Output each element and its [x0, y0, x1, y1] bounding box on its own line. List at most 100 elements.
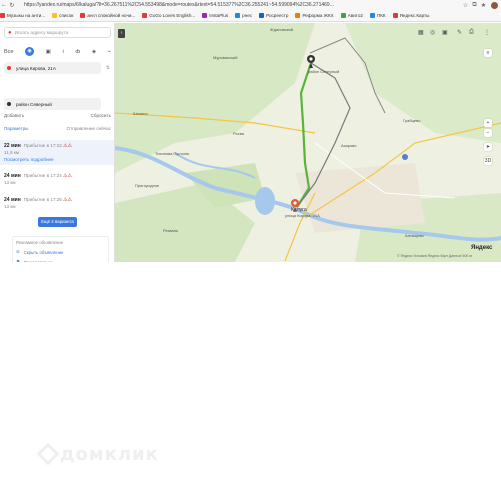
grid-icon[interactable]: ▦: [418, 29, 424, 36]
zoom-in-button[interactable]: +: [484, 119, 492, 127]
bookmark-label: GoGo Loves English...: [149, 13, 196, 18]
bookmark-favicon-icon: [235, 13, 241, 18]
route-details-link[interactable]: Посмотреть подробнее: [4, 157, 110, 162]
layers-icon[interactable]: ≡: [484, 49, 492, 57]
bookmark-item[interactable]: ПКК: [369, 13, 386, 18]
route-distance: 13 км: [4, 180, 16, 185]
departure-select[interactable]: Отправление сейчас: [67, 126, 111, 131]
map-graphics: [115, 23, 501, 262]
map-label: Шопино: [133, 111, 148, 116]
route-point-to[interactable]: район Северный: [4, 98, 101, 110]
locate-icon[interactable]: ➤: [484, 143, 492, 151]
search-input[interactable]: ● Искать адресу маршрута: [4, 27, 111, 38]
bookmark-favicon-icon: [340, 13, 346, 18]
bike-icon[interactable]: ȸ: [75, 49, 80, 55]
route-arrival: Прибытие в 17:22: [23, 143, 62, 148]
map-footer: © Яндекс Условия Яндекс Карт Данные 500 …: [397, 254, 472, 258]
reset-button[interactable]: Сбросить: [91, 113, 111, 118]
scooter-icon[interactable]: ⌁: [108, 49, 111, 55]
walk-icon[interactable]: ⅰ: [62, 49, 64, 55]
end-point-label: район Северный: [308, 69, 340, 74]
bookmark-item[interactable]: англ спокойной ночи...: [80, 13, 135, 18]
map-label: Грабцево: [403, 118, 421, 123]
hide-ad-link[interactable]: ⊘ Скрыть объявление: [16, 249, 105, 255]
map-label: Росва: [233, 131, 245, 136]
avatar[interactable]: [491, 1, 498, 9]
eye-off-icon: ⊘: [16, 249, 20, 254]
3d-button[interactable]: 3D: [484, 157, 492, 165]
bookmark-label: Росреестр: [266, 13, 289, 18]
taxi-icon[interactable]: ◈: [92, 49, 96, 55]
route-arrival: Прибытие в 17:25: [23, 197, 62, 202]
star-icon[interactable]: ☆: [461, 2, 470, 9]
bookmark-item[interactable]: InstaPlus: [202, 13, 228, 18]
search-placeholder: Искать адресу маршрута: [14, 30, 69, 35]
collapse-panel-button[interactable]: ‹: [118, 29, 125, 38]
bookmark-item[interactable]: Яндекс.Карты: [392, 13, 429, 18]
reload-icon[interactable]: ↻: [8, 2, 16, 9]
start-dot-icon: [7, 66, 11, 70]
bookmark-item[interactable]: рнес: [235, 13, 252, 18]
bookmark-item[interactable]: Реформа ЖКХ: [295, 13, 334, 18]
mode-all-label: Все: [4, 48, 14, 55]
menu-icon[interactable]: ⋮: [484, 29, 490, 36]
print-icon[interactable]: ⎙: [469, 29, 474, 36]
from-label: улица Кирова, 21А: [16, 65, 56, 71]
add-point-button[interactable]: Добавить: [4, 113, 24, 118]
bookmark-label: ПКК: [376, 13, 386, 18]
bookmark-label: Реформа ЖКХ: [302, 13, 334, 18]
favorites-icon[interactable]: ★: [479, 2, 488, 9]
more-routes-button[interactable]: Ещё 2 варианта: [38, 217, 77, 227]
bookmark-favicon-icon: [259, 13, 265, 18]
ruler-icon[interactable]: ✎: [457, 29, 462, 36]
params-dropdown[interactable]: Параметры: [4, 126, 29, 131]
route-time: 24 мин: [4, 173, 21, 179]
bookmark-label: InstaPlus: [209, 13, 229, 18]
back-icon[interactable]: ←: [0, 2, 8, 8]
car-icon[interactable]: ◉: [25, 47, 35, 56]
traffic-icon: ⚠⚠: [63, 197, 72, 203]
bookmark-label: список: [59, 13, 74, 18]
bookmark-label: рнес: [242, 13, 253, 18]
zoom-out-button[interactable]: −: [484, 129, 492, 137]
traffic-icon: ⚠⚠: [63, 143, 72, 149]
map-pin-icon: ●: [8, 29, 12, 36]
bookmark-label: Авито2: [347, 13, 363, 18]
route-point-from[interactable]: улица Кирова, 21А: [4, 62, 101, 74]
ad-header: Рекламное объявление: [16, 240, 64, 245]
transport-modes: Все ◉ ▣ ⅰ ȸ ◈ ⌁: [4, 47, 111, 56]
swap-icon[interactable]: ⇅: [106, 65, 110, 71]
route-option-1[interactable]: 22 мин Прибытие в 17:22 11,9 км Посмотрет…: [0, 140, 114, 165]
bookmark-favicon-icon: [369, 13, 375, 18]
bus-icon[interactable]: ▣: [46, 49, 51, 55]
map-canvas[interactable]: ‹ ▦ ◎ ▣ ✎ ⎙ ⋮ ≡ + − ➤ 3D район Северный …: [115, 23, 501, 262]
bookmark-item[interactable]: GoGo Loves English...: [142, 13, 195, 18]
bookmark-favicon-icon: [0, 13, 5, 18]
route-params: Параметры Отправление сейчас: [4, 126, 111, 131]
end-dot-icon: [7, 102, 11, 106]
mode-all[interactable]: Все: [4, 49, 13, 55]
traffic-icon: ⚠⚠: [63, 173, 72, 179]
bookmark-favicon-icon: [52, 13, 58, 18]
route-option-2[interactable]: 24 мин Прибытие в 17:24 13 км ⚠⚠: [0, 170, 114, 192]
bookmarks-bar: Музыкы на анти... список англ спокойной но…: [0, 10, 501, 22]
to-label: район Северный: [16, 101, 52, 107]
route-arrival: Прибытие в 17:24: [23, 173, 62, 178]
bookmark-item[interactable]: Музыкы на анти...: [0, 13, 45, 18]
traffic-layer-icon[interactable]: ◎: [430, 29, 435, 36]
browser-window: ← ↻ https://yandex.ru/maps/6/kaluga/?ll=…: [0, 0, 501, 280]
bookmark-item[interactable]: список: [52, 13, 73, 18]
url-field[interactable]: https://yandex.ru/maps/6/kaluga/?ll=36.2…: [20, 2, 457, 9]
bookmark-label: англ спокойной ночи...: [87, 13, 136, 18]
map-label: Муровянский: [213, 55, 238, 60]
start-address-label: улица Кирова, 21А: [285, 213, 320, 218]
route-option-3[interactable]: 24 мин Прибытие в 17:25 13 км ⚠⚠: [0, 194, 114, 216]
map-label: Резвань: [163, 228, 179, 233]
bookmark-item[interactable]: Росреестр: [259, 13, 288, 18]
route-distance: 11,9 км: [4, 150, 20, 155]
bookmark-item[interactable]: Авито2: [340, 13, 363, 18]
route-time: 24 мин: [4, 197, 21, 203]
extensions-icon[interactable]: ⧉: [470, 2, 479, 9]
photo-icon[interactable]: ▣: [442, 29, 448, 36]
bookmark-favicon-icon: [142, 13, 148, 18]
